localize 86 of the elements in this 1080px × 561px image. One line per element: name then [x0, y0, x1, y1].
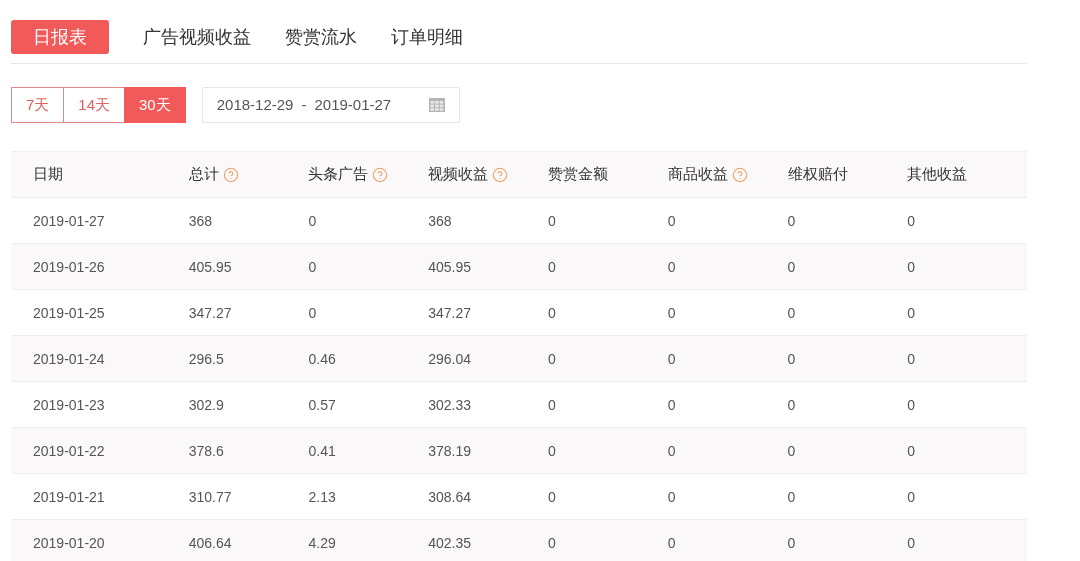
- tab[interactable]: 广告视频收益: [143, 20, 251, 54]
- table-cell: 0: [907, 396, 916, 413]
- table-cell: 0: [907, 350, 916, 367]
- table-cell: 0: [907, 488, 916, 505]
- help-icon[interactable]: [222, 166, 239, 183]
- column-header: 头条广告: [308, 164, 369, 185]
- table-cell: 378.19: [428, 442, 472, 459]
- table-cell: 0: [667, 488, 676, 505]
- table-cell: 0: [667, 258, 676, 275]
- table-cell: 0: [667, 534, 676, 551]
- table-cell: 2019-01-27: [33, 212, 105, 229]
- table-cell: 368: [428, 212, 452, 229]
- column-header: 维权赔付: [787, 164, 848, 185]
- date-separator: -: [301, 94, 307, 115]
- table-cell: 0: [907, 304, 916, 321]
- table-cell: 308.64: [428, 488, 472, 505]
- help-icon[interactable]: [492, 166, 509, 183]
- tab[interactable]: 赞赏流水: [285, 20, 357, 54]
- table-cell: 0: [667, 350, 676, 367]
- table-cell: 0.57: [308, 396, 336, 413]
- column-header: 商品收益: [667, 164, 728, 185]
- column-header: 总计: [188, 164, 219, 185]
- table-cell: 405.95: [188, 258, 232, 275]
- table-cell: 0: [548, 258, 556, 275]
- tab[interactable]: 订单明细: [391, 20, 463, 54]
- end-date: 2019-01-27: [314, 94, 392, 115]
- column-header: 赞赏金额: [548, 164, 608, 185]
- table-cell: 0.41: [308, 442, 336, 459]
- table-cell: 347.27: [188, 304, 232, 321]
- help-icon[interactable]: [372, 166, 389, 183]
- table-cell: 402.35: [428, 534, 472, 551]
- table-cell: 2019-01-21: [33, 488, 105, 505]
- table-cell: 0: [787, 488, 796, 505]
- table-cell: 368: [188, 212, 213, 229]
- start-date: 2018-12-29: [216, 94, 294, 115]
- table-cell: 302.33: [428, 396, 472, 413]
- column-header: 日期: [33, 164, 63, 185]
- table-cell: 2019-01-26: [33, 258, 105, 275]
- table-cell: 296.04: [428, 350, 472, 367]
- table-cell: 0: [787, 442, 796, 459]
- table-cell: 0: [787, 350, 796, 367]
- table-cell: 0: [907, 258, 916, 275]
- table-cell: 0: [667, 442, 676, 459]
- table-cell: 0: [667, 304, 676, 321]
- table-cell: 0: [548, 488, 556, 505]
- table-cell: 0: [787, 534, 796, 551]
- table-cell: 2019-01-23: [33, 396, 105, 413]
- table-cell: 0: [787, 212, 796, 229]
- table-cell: 296.5: [188, 350, 224, 367]
- table-cell: 0: [308, 212, 317, 229]
- table-cell: 4.29: [308, 534, 336, 551]
- help-icon[interactable]: [731, 166, 748, 183]
- table-cell: 0: [548, 212, 556, 229]
- table-cell: 310.77: [188, 488, 232, 505]
- table-cell: 0: [548, 304, 556, 321]
- range-button[interactable]: 7天: [11, 87, 65, 123]
- table-cell: 0.46: [308, 350, 336, 367]
- table-cell: 0: [787, 258, 796, 275]
- table-cell: 0: [548, 396, 556, 413]
- table-cell: 0: [907, 534, 916, 551]
- column-header: 其他收益: [907, 164, 968, 185]
- table-cell: 2.13: [308, 488, 336, 505]
- table-cell: 2019-01-25: [33, 304, 105, 321]
- table-cell: 0: [548, 350, 556, 367]
- date-range-field[interactable]: 2018-12-29 - 2019-01-27: [201, 87, 460, 123]
- table-cell: 0: [308, 304, 317, 321]
- table-cell: 0: [907, 442, 916, 459]
- table-cell: 302.9: [188, 396, 224, 413]
- table-cell: 378.6: [188, 442, 224, 459]
- table-cell: 0: [548, 442, 556, 459]
- table-cell: 406.64: [188, 534, 232, 551]
- table-cell: 2019-01-20: [33, 534, 105, 551]
- table-cell: 347.27: [428, 304, 472, 321]
- table-cell: 0: [667, 212, 676, 229]
- table-cell: 0: [907, 212, 916, 229]
- table-cell: 0: [308, 258, 317, 275]
- calendar-icon: [428, 98, 445, 112]
- table-cell: 0: [548, 534, 556, 551]
- column-header: 视频收益: [428, 164, 489, 185]
- table-cell: 0: [667, 396, 676, 413]
- table-cell: 2019-01-22: [33, 442, 105, 459]
- table-cell: 0: [787, 396, 796, 413]
- table-cell: 405.95: [428, 258, 472, 275]
- table-cell: 0: [787, 304, 796, 321]
- range-button[interactable]: 14天: [63, 87, 126, 123]
- table-cell: 2019-01-24: [33, 350, 105, 367]
